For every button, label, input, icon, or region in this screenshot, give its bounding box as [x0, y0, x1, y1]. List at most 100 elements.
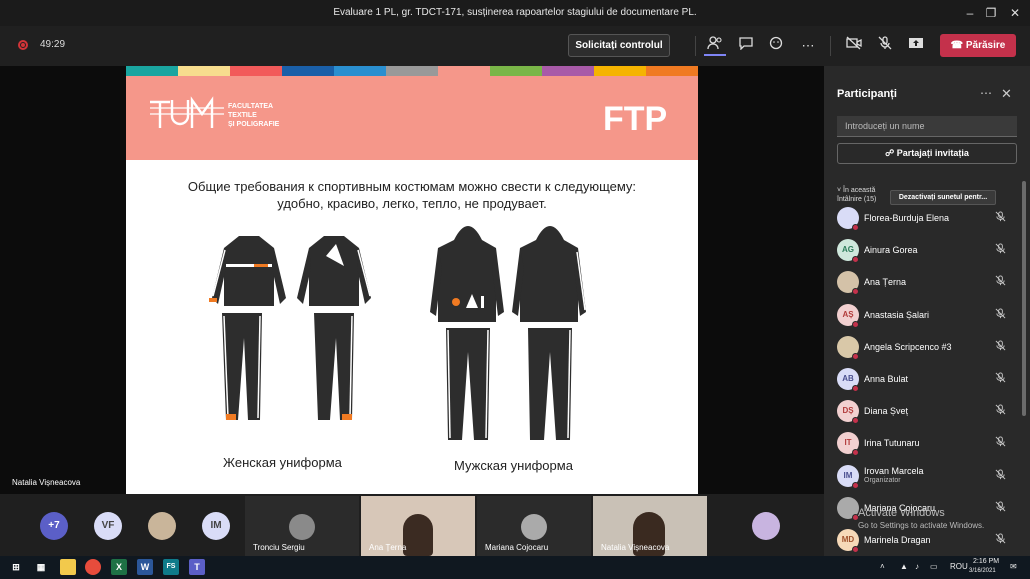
- language-indicator[interactable]: ROU: [950, 562, 968, 571]
- network-icon[interactable]: ▲: [900, 562, 908, 571]
- notifications-icon[interactable]: ✉: [1010, 562, 1017, 571]
- leave-button[interactable]: ☎ Părăsire: [940, 34, 1016, 57]
- close-icon[interactable]: ✕: [1001, 86, 1012, 102]
- male-pants-front: [446, 328, 490, 440]
- participant-avatar: AG: [837, 239, 859, 264]
- male-uniform-label: Мужская униформа: [454, 458, 573, 473]
- share-invite-label: Partajați invitația: [896, 148, 969, 158]
- more-participants-button[interactable]: +7: [40, 512, 68, 540]
- more-options-icon[interactable]: ⋯: [980, 86, 992, 100]
- video-tile[interactable]: Tronciu Sergiu: [245, 496, 359, 556]
- excel-icon[interactable]: X: [111, 559, 127, 575]
- search-input[interactable]: [837, 116, 1017, 137]
- slide-header: FACULTATEA TEXTILE ȘI POLIGRAFIE FTP: [126, 76, 698, 160]
- scrollbar[interactable]: [1022, 181, 1026, 416]
- close-icon[interactable]: ✕: [1000, 0, 1030, 26]
- chat-icon[interactable]: [735, 36, 757, 56]
- slide-body-text: Общие требования к спортивным костюмам м…: [126, 178, 698, 212]
- participants-panel: Participanți ⋯ ✕ ☍ Partajați invitația ˅…: [824, 66, 1030, 556]
- color-strip-segment: [178, 66, 231, 76]
- female-uniform-label: Женская униформа: [223, 455, 342, 470]
- presence-status-icon: [852, 288, 859, 296]
- participant-row[interactable]: Angela Scripcenco #3: [837, 334, 1017, 362]
- mic-off-icon[interactable]: [995, 436, 1006, 450]
- participant-name: Ana Țerna: [864, 277, 907, 288]
- mic-off-icon[interactable]: [995, 533, 1006, 547]
- mic-off-icon[interactable]: [874, 36, 896, 56]
- participant-row[interactable]: AȘ Anastasia Șalari: [837, 302, 1017, 330]
- mic-off-icon[interactable]: [995, 501, 1006, 515]
- female-jacket-back: [297, 236, 371, 306]
- request-control-button[interactable]: Solicitați controlul: [568, 34, 670, 57]
- color-strip-segment: [438, 66, 491, 76]
- share-icon: ☍: [885, 148, 895, 158]
- faculty-name: FACULTATEA TEXTILE ȘI POLIGRAFIE: [228, 102, 279, 129]
- task-view-icon[interactable]: ▦: [33, 559, 49, 575]
- participant-avatar[interactable]: VF: [94, 512, 122, 540]
- participant-avatar-photo[interactable]: [148, 512, 176, 540]
- chevron-down-icon: ˅: [837, 187, 842, 194]
- participant-row[interactable]: Florea-Burduja Elena: [837, 205, 1017, 233]
- participant-name: Anastasia Șalari: [864, 309, 930, 320]
- participants-icon[interactable]: [704, 36, 726, 56]
- participant-row[interactable]: IT Irina Tutunaru: [837, 430, 1017, 458]
- tray-chevron-icon[interactable]: ˄: [880, 562, 885, 571]
- male-hoodie-back: [512, 226, 586, 322]
- participant-row[interactable]: AB Anna Bulat: [837, 366, 1017, 394]
- video-tile[interactable]: Mariana Cojocaru: [477, 496, 591, 556]
- participant-row[interactable]: Ana Țerna: [837, 269, 1017, 297]
- file-explorer-icon[interactable]: [60, 559, 76, 575]
- mute-all-button[interactable]: Dezactivați sunetul pentr...: [890, 190, 996, 205]
- mic-off-icon[interactable]: [995, 340, 1006, 354]
- word-icon[interactable]: W: [137, 559, 153, 575]
- participant-name: Diana Șveț: [864, 406, 909, 417]
- participant-row[interactable]: AG Ainura Gorea: [837, 237, 1017, 265]
- participant-row[interactable]: IM Irovan Marcela Organizator: [837, 463, 1017, 491]
- app-icon[interactable]: FS: [163, 559, 179, 575]
- mic-off-icon[interactable]: [995, 372, 1006, 386]
- participant-name: Anna Bulat: [864, 374, 909, 384]
- activation-watermark-subtitle: Go to Settings to activate Windows.: [858, 521, 985, 530]
- share-invite-button[interactable]: ☍ Partajați invitația: [837, 143, 1017, 164]
- participant-row[interactable]: DȘ Diana Șveț: [837, 398, 1017, 426]
- participant-name: Angela Scripcenco #3: [864, 341, 952, 352]
- presence-status-icon: [852, 417, 859, 425]
- presence-status-icon: [852, 352, 859, 360]
- clock-date[interactable]: 3/16/2021: [969, 568, 996, 574]
- reactions-icon[interactable]: [766, 36, 788, 56]
- mic-off-icon[interactable]: [995, 469, 1006, 483]
- female-uniform-illustration: [209, 236, 371, 420]
- presence-status-icon: [852, 385, 859, 392]
- participant-avatar-photo[interactable]: [752, 512, 780, 540]
- participant-gallery: +7 VF IM Tronciu Sergiu Ana Țerna Marian…: [0, 494, 824, 556]
- participant-avatar[interactable]: IM: [202, 512, 230, 540]
- participant-row[interactable]: MD Marinela Dragan: [837, 527, 1017, 555]
- video-tile[interactable]: Natalia Vișneacova: [593, 496, 707, 556]
- clock-time[interactable]: 2:16 PM: [973, 558, 999, 565]
- mic-off-icon[interactable]: [995, 275, 1006, 289]
- mic-off-icon[interactable]: [995, 211, 1006, 225]
- volume-icon[interactable]: ♪: [915, 562, 919, 571]
- more-actions-icon[interactable]: ⋯: [797, 36, 819, 56]
- slide-text-line: удобно, красиво, легко, тепло, не продув…: [277, 196, 547, 211]
- in-meeting-section-title[interactable]: ˅ În această întâlnire (15): [837, 186, 897, 204]
- presence-status-icon: [852, 546, 859, 553]
- presence-status-icon: [852, 449, 859, 457]
- activation-watermark-title: Activate Windows: [858, 507, 945, 519]
- start-icon[interactable]: ⊞: [8, 559, 24, 575]
- participant-avatar-photo: [837, 207, 859, 231]
- participant-avatar-photo: [837, 271, 859, 296]
- mic-off-icon[interactable]: [995, 243, 1006, 257]
- participant-avatar: IT: [837, 432, 859, 457]
- mic-off-icon[interactable]: [995, 308, 1006, 322]
- window-title-bar: Evaluare 1 PL, gr. TDCT-171, susținerea …: [0, 0, 1030, 26]
- teams-icon[interactable]: T: [189, 559, 205, 575]
- presenter-name: Natalia Vișneacova: [12, 478, 81, 487]
- camera-off-icon[interactable]: [843, 36, 865, 56]
- mic-off-icon[interactable]: [995, 404, 1006, 418]
- battery-icon[interactable]: ▭: [930, 562, 938, 571]
- participant-avatar: AB: [837, 368, 859, 392]
- video-tile[interactable]: Ana Țerna: [361, 496, 475, 556]
- chrome-icon[interactable]: [85, 559, 101, 575]
- share-screen-icon[interactable]: [905, 36, 927, 56]
